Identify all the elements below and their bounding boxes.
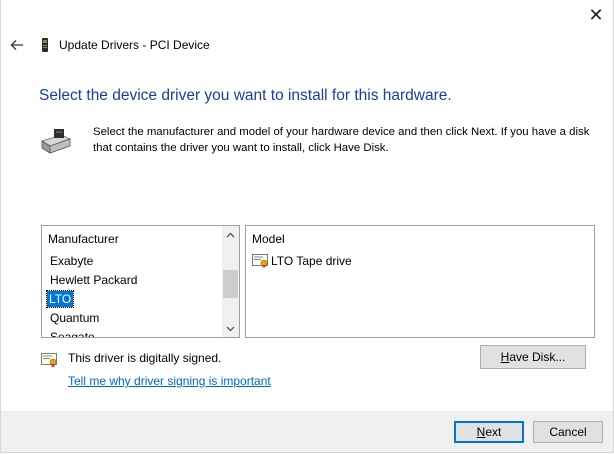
have-disk-label: ave Disk... [509, 350, 566, 364]
list-item-lto-tape-drive[interactable]: LTO Tape drive [252, 252, 352, 270]
next-label: ext [485, 425, 502, 439]
model-listbox[interactable]: Model LTO Tape drive [245, 225, 595, 338]
list-item-lto[interactable]: LTO [42, 290, 220, 309]
close-icon: ✕ [588, 4, 604, 25]
list-item-label: Quantum [50, 311, 100, 325]
list-item-label: LTO [45, 290, 75, 308]
window-title: Update Drivers - PCI Device [59, 38, 210, 52]
instructions-text: Select the manufacturer and model of you… [93, 126, 590, 154]
scroll-up-button[interactable] [222, 226, 239, 243]
list-item-label: Hewlett Packard [50, 273, 138, 287]
list-item-quantum[interactable]: Quantum [42, 309, 220, 328]
list-item-label: Exabyte [50, 254, 94, 268]
scroll-down-button[interactable] [222, 320, 239, 337]
scroll-thumb[interactable] [223, 270, 238, 298]
list-item-label: LTO Tape drive [271, 254, 352, 268]
next-mnemonic: N [476, 425, 486, 439]
page-heading: Select the device driver you want to ins… [39, 87, 452, 104]
chevron-down-icon [226, 326, 235, 331]
list-item-hewlett-packard[interactable]: Hewlett Packard [42, 271, 220, 290]
close-button[interactable]: ✕ [579, 0, 613, 30]
have-disk-mnemonic: H [500, 350, 510, 364]
back-button[interactable] [7, 34, 27, 56]
manufacturer-items: Exabyte Hewlett Packard LTO Quantum Seag… [42, 252, 220, 338]
hardware-device-icon [41, 129, 72, 154]
chevron-up-icon [226, 232, 235, 237]
list-item-label: Seagate [50, 330, 95, 338]
back-arrow-icon [10, 40, 23, 50]
signing-status-text: This driver is digitally signed. [68, 351, 222, 365]
signed-driver-icon [252, 254, 268, 268]
cancel-label: Cancel [549, 425, 587, 439]
manufacturer-header: Manufacturer [48, 232, 119, 246]
manufacturer-scrollbar[interactable] [222, 226, 239, 337]
model-header: Model [252, 232, 285, 246]
pci-device-icon [42, 38, 48, 52]
list-item-exabyte[interactable]: Exabyte [42, 252, 220, 271]
next-button[interactable]: Next [454, 421, 524, 443]
have-disk-button[interactable]: Have Disk... [480, 345, 586, 369]
update-drivers-dialog: ✕ Update Drivers - PCI Device Select the… [0, 0, 614, 453]
cancel-button[interactable]: Cancel [533, 421, 603, 443]
certificate-icon [41, 353, 57, 368]
manufacturer-listbox[interactable]: Manufacturer Exabyte Hewlett Packard LTO… [41, 225, 240, 338]
list-item-seagate[interactable]: Seagate [42, 328, 220, 338]
driver-signing-link[interactable]: Tell me why driver signing is important [68, 374, 271, 388]
